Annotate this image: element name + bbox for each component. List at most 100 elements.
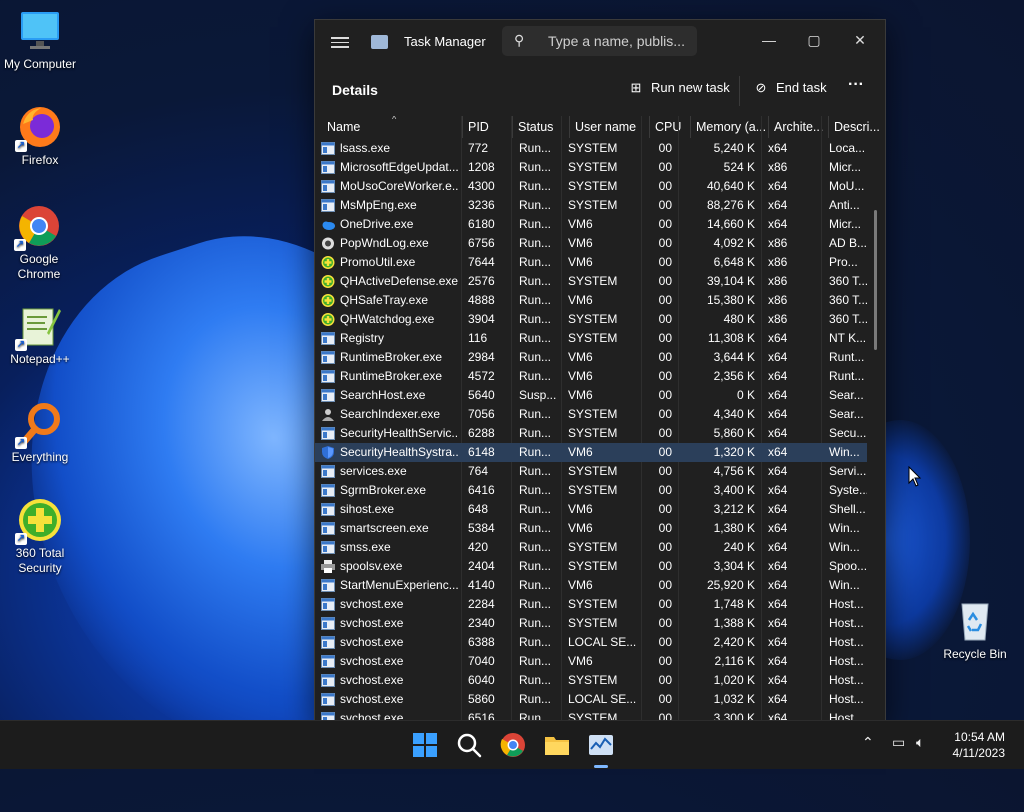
cell-status: Run...: [519, 407, 552, 421]
cell-status: Run...: [519, 673, 552, 687]
cell-cpu: 00: [658, 160, 672, 174]
table-row[interactable]: QHWatchdog.exe 3904 Run... SYSTEM 00 480 K x86…: [315, 310, 867, 329]
cell-mem: 88,276 K: [706, 198, 755, 212]
start-icon[interactable]: [411, 731, 439, 759]
show-hidden-icons-icon[interactable]: ⌃: [862, 735, 874, 751]
table-row[interactable]: QHActiveDefense.exe 2576 Run... SYSTEM 00 39,…: [315, 272, 867, 291]
process-person-icon: [321, 408, 335, 421]
column-header-description[interactable]: Descri...: [828, 116, 885, 138]
column-header-cpu[interactable]: CPU: [649, 116, 690, 138]
clock-date: 4/11/2023: [952, 746, 1006, 760]
cell-name: smss.exe: [340, 540, 391, 554]
process-window-icon: [321, 541, 335, 554]
table-row[interactable]: OneDrive.exe 6180 Run... VM6 00 14,660 K x64 Mi…: [315, 215, 867, 234]
cell-user: SYSTEM: [568, 540, 618, 554]
desktop-icon-everything[interactable]: ↗ Everything: [0, 401, 80, 465]
column-header-name[interactable]: Name ^: [322, 116, 462, 138]
table-row[interactable]: lsass.exe 772 Run... SYSTEM 00 5,240 K x64 Loca…: [315, 139, 867, 158]
cell-name: sihost.exe: [340, 502, 395, 516]
cell-pid: 648: [468, 502, 489, 516]
table-row[interactable]: MsMpEng.exe 3236 Run... SYSTEM 00 88,276 K x64…: [315, 196, 867, 215]
cell-status: Run...: [519, 331, 552, 345]
cell-arch: x64: [768, 388, 788, 402]
column-header-memory[interactable]: Memory (a...: [690, 116, 768, 138]
table-row[interactable]: svchost.exe 2284 Run... SYSTEM 00 1,748 K x64 H…: [315, 595, 867, 614]
chrome-icon: ↗: [14, 203, 62, 251]
desktop-icon-360-total-security[interactable]: ↗ 360 Total Security: [0, 497, 80, 576]
table-row[interactable]: SecurityHealthServic... 6288 Run... SYSTEM 0…: [315, 424, 867, 443]
cell-pid: 6288: [468, 426, 495, 440]
table-row[interactable]: SearchIndexer.exe 7056 Run... SYSTEM 00 4,340…: [315, 405, 867, 424]
chrome-icon[interactable]: [499, 731, 527, 759]
table-row[interactable]: QHSafeTray.exe 4888 Run... VM6 00 15,380 K x86…: [315, 291, 867, 310]
cell-desc: Host...: [829, 654, 864, 668]
desktop-icon-firefox[interactable]: ↗ Firefox: [0, 104, 80, 168]
table-row[interactable]: SearchHost.exe 5640 Susp... VM6 00 0 K x64 Sear…: [315, 386, 867, 405]
table-row[interactable]: sihost.exe 648 Run... VM6 00 3,212 K x64 Shell.…: [315, 500, 867, 519]
table-row[interactable]: PromoUtil.exe 7644 Run... VM6 00 6,648 K x86 Pr…: [315, 253, 867, 272]
cell-mem: 25,920 K: [706, 578, 755, 592]
cell-pid: 764: [468, 464, 489, 478]
table-row[interactable]: StartMenuExperienc... 4140 Run... VM6 00 25,9…: [315, 576, 867, 595]
column-header-pid[interactable]: PID: [462, 116, 512, 138]
table-row[interactable]: svchost.exe 5860 Run... LOCAL SE... 00 1,032 …: [315, 690, 867, 709]
column-header-architecture[interactable]: Archite...: [768, 116, 828, 138]
cell-mem: 11,308 K: [707, 331, 755, 345]
table-row[interactable]: svchost.exe 2340 Run... SYSTEM 00 1,388 K x64 H…: [315, 614, 867, 633]
column-header-label: Name: [327, 120, 361, 134]
table-row[interactable]: RuntimeBroker.exe 2984 Run... VM6 00 3,644 K x…: [315, 348, 867, 367]
hamburger-menu-icon[interactable]: [331, 34, 349, 48]
table-row[interactable]: svchost.exe 6040 Run... SYSTEM 00 1,020 K x64 H…: [315, 671, 867, 690]
search-input[interactable]: Type a name, publis...: [548, 33, 685, 49]
toolbar-divider: [739, 76, 740, 106]
end-task-button[interactable]: ⊘ End task: [753, 80, 827, 96]
column-header-user-name[interactable]: User name: [569, 116, 649, 138]
more-options-button[interactable]: ···: [848, 76, 864, 94]
cell-desc: Win...: [829, 578, 860, 592]
table-row[interactable]: MicrosoftEdgeUpdat... 1208 Run... SYSTEM 00 5…: [315, 158, 867, 177]
table-row[interactable]: PopWndLog.exe 6756 Run... VM6 00 4,092 K x86 AD…: [315, 234, 867, 253]
table-row[interactable]: smss.exe 420 Run... SYSTEM 00 240 K x64 Win...: [315, 538, 867, 557]
desktop-icon-my-computer[interactable]: My Computer: [0, 8, 80, 72]
table-row-selected[interactable]: SecurityHealthSystra... 6148 Run... VM6 00 1,…: [315, 443, 867, 462]
desktop-icon-recycle-bin[interactable]: Recycle Bin: [935, 598, 1015, 662]
cell-arch: x86: [768, 274, 788, 288]
process-window-icon: [321, 142, 335, 155]
desktop-icon-notepad-plus-plus[interactable]: ↗ Notepad++: [0, 303, 80, 367]
table-row[interactable]: svchost.exe 6388 Run... LOCAL SE... 00 2,420 …: [315, 633, 867, 652]
cell-desc: Win...: [829, 521, 860, 535]
task-manager-icon[interactable]: [587, 731, 615, 759]
cell-name: smartscreen.exe: [340, 521, 429, 535]
file-explorer-icon[interactable]: [543, 731, 571, 759]
cell-mem: 14,660 K: [706, 217, 755, 231]
desktop-icon-label: Google Chrome: [17, 252, 61, 281]
process-window-icon: [321, 522, 335, 535]
volume-icon[interactable]: 🔈︎: [916, 735, 924, 751]
cell-user: SYSTEM: [568, 673, 618, 687]
table-row[interactable]: RuntimeBroker.exe 4572 Run... VM6 00 2,356 K x…: [315, 367, 867, 386]
cell-cpu: 00: [658, 692, 672, 706]
table-row[interactable]: smartscreen.exe 5384 Run... VM6 00 1,380 K x64…: [315, 519, 867, 538]
cell-cpu: 00: [658, 578, 672, 592]
run-new-task-button[interactable]: ⊞ Run new task: [628, 80, 730, 96]
desktop-icon-google-chrome[interactable]: ↗ Google Chrome: [0, 203, 78, 282]
table-row[interactable]: MoUsoCoreWorker.e... 4300 Run... SYSTEM 00 40…: [315, 177, 867, 196]
cell-user: SYSTEM: [568, 198, 618, 212]
network-icon[interactable]: ▭: [892, 735, 905, 751]
minimize-button[interactable]: —: [749, 26, 789, 54]
table-row[interactable]: services.exe 764 Run... SYSTEM 00 4,756 K x64 S…: [315, 462, 867, 481]
search-box[interactable]: ⚲ Type a name, publis...: [502, 26, 697, 56]
search-icon[interactable]: [455, 731, 483, 759]
table-row[interactable]: svchost.exe 7040 Run... VM6 00 2,116 K x64 Host…: [315, 652, 867, 671]
maximize-button[interactable]: ▢: [794, 26, 834, 54]
table-row[interactable]: spoolsv.exe 2404 Run... SYSTEM 00 3,304 K x64 S…: [315, 557, 867, 576]
clock[interactable]: 10:54 AM 4/11/2023: [953, 729, 1006, 761]
table-row[interactable]: SgrmBroker.exe 6416 Run... SYSTEM 00 3,400 K x…: [315, 481, 867, 500]
cell-desc: Anti...: [829, 198, 860, 212]
cell-cpu: 00: [658, 654, 672, 668]
cell-mem: 524 K: [723, 160, 755, 174]
vertical-scrollbar[interactable]: [874, 210, 877, 350]
close-button[interactable]: ✕: [840, 26, 880, 54]
table-row[interactable]: Registry 116 Run... SYSTEM 00 11,308 K x64 NT K…: [315, 329, 867, 348]
cell-mem: 480 K: [723, 312, 755, 326]
